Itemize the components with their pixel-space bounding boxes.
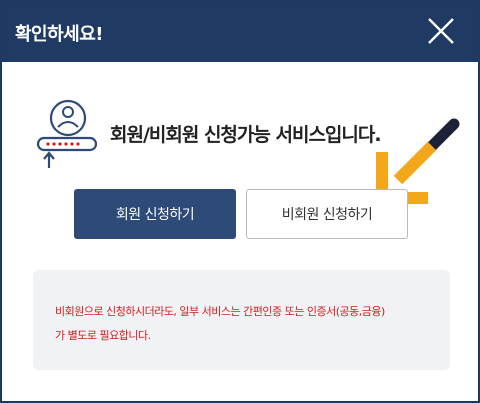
guest-apply-button[interactable]: 비회원 신청하기	[246, 189, 408, 239]
close-button[interactable]	[426, 16, 456, 46]
dialog-header: 확인하세요!	[2, 2, 478, 62]
notice-box: 비회원으로 신청하시더라도, 일부 서비스는 간편인증 또는 인증서(공동,금융…	[33, 270, 450, 370]
member-login-icon	[36, 99, 98, 168]
confirm-dialog: 확인하세요! 회원/비회원 신청가능 서비스입니다. 회원 신청하기 비회원 신…	[0, 0, 480, 403]
service-headline: 회원/비회원 신청가능 서비스입니다.	[110, 124, 382, 146]
member-apply-button[interactable]: 회원 신청하기	[74, 189, 236, 239]
notice-line-1: 비회원으로 신청하시더라도, 일부 서비스는 간편인증 또는 인증서(공동,금융…	[55, 305, 385, 318]
close-icon	[428, 18, 454, 44]
dialog-title: 확인하세요!	[15, 24, 104, 45]
notice-line-2: 가 별도로 필요합니다.	[55, 329, 151, 342]
service-info: 회원/비회원 신청가능 서비스입니다.	[2, 94, 478, 174]
